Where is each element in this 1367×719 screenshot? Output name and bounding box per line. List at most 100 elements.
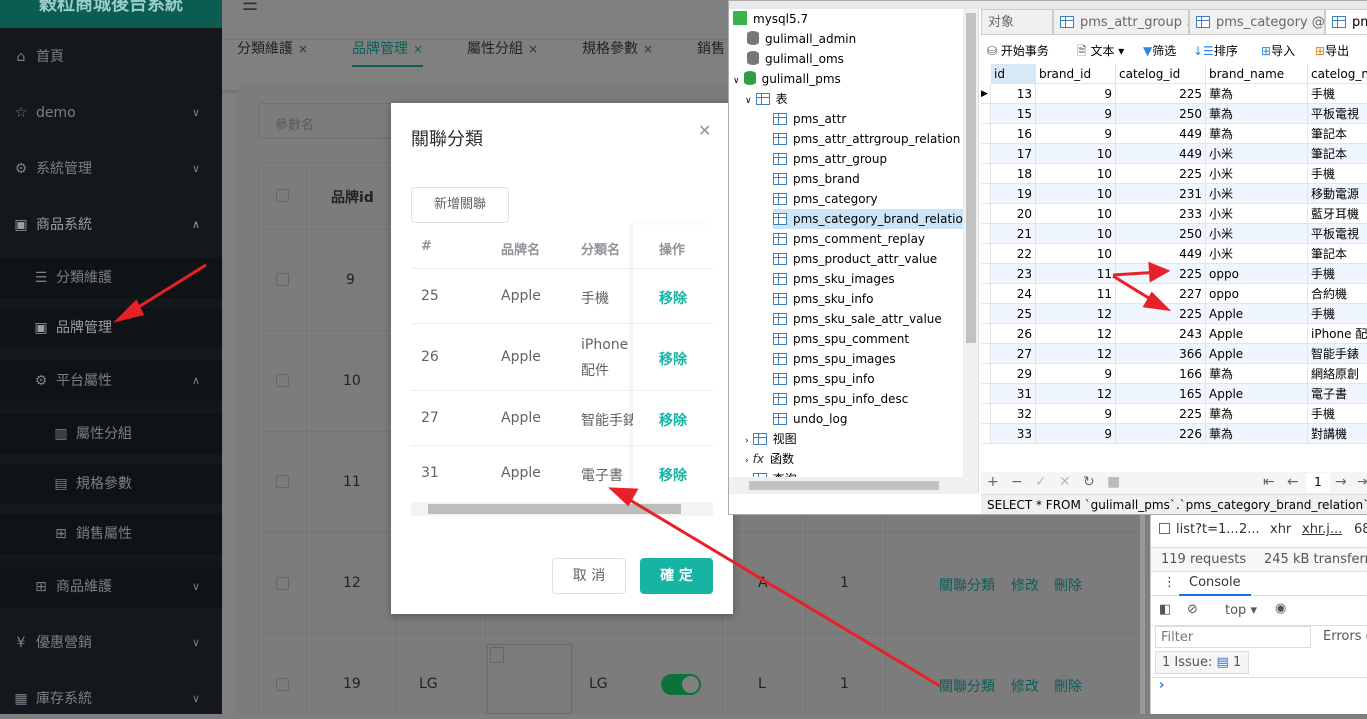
last-page-icon[interactable]: ⇥ [1357, 474, 1367, 490]
tree-database[interactable]: gulimall_admin [747, 29, 856, 49]
tree-table-item[interactable]: pms_sku_info [773, 289, 880, 309]
grid-cell[interactable]: oppo [1206, 264, 1308, 284]
tab-category[interactable]: 分類維護 × [237, 40, 308, 90]
close-icon[interactable]: × [643, 42, 653, 56]
tree-functions-folder[interactable]: › fx 函数 [745, 449, 794, 469]
tree-table-item[interactable]: pms_brand [773, 169, 866, 189]
grid-cell[interactable]: 27 [991, 344, 1036, 364]
grid-cell[interactable]: 手機 [1308, 84, 1367, 104]
row-indicator[interactable] [981, 244, 991, 264]
grid-cell[interactable]: 網絡原創 [1308, 364, 1367, 384]
tab-spec[interactable]: 規格參數 × [582, 40, 653, 90]
grid-cell[interactable]: 20 [991, 204, 1036, 224]
tree-tables-folder[interactable]: ∨ 表 [745, 89, 788, 109]
grid-cell[interactable]: 10 [1036, 244, 1116, 264]
grid-cell[interactable]: 11 [1036, 264, 1116, 284]
grid-cell[interactable]: 12 [1036, 324, 1116, 344]
first-page-icon[interactable]: ⇤ [1263, 474, 1275, 490]
row-indicator[interactable] [981, 184, 991, 204]
grid-cell[interactable]: 15 [991, 104, 1036, 124]
grid-cell[interactable]: 231 [1116, 184, 1206, 204]
grid-cell[interactable]: 225 [1116, 304, 1206, 324]
grid-cell[interactable]: 華為 [1206, 404, 1308, 424]
show-status-switch[interactable] [661, 674, 701, 695]
tree-table-item[interactable]: pms_product_attr_value [773, 249, 943, 269]
grid-cell[interactable]: 26 [991, 324, 1036, 344]
delete-link[interactable]: 刪除 [1054, 575, 1082, 595]
sidebar-item-spec[interactable]: ▤ 規格參數 [0, 464, 222, 504]
row-indicator[interactable] [981, 204, 991, 224]
grid-cell[interactable]: 小米 [1206, 164, 1308, 184]
close-icon[interactable]: × [298, 42, 308, 56]
grid-cell[interactable]: 29 [991, 364, 1036, 384]
grid-cell[interactable]: 手機 [1308, 164, 1367, 184]
grid-cell[interactable]: 233 [1116, 204, 1206, 224]
column-header[interactable]: brand_id [1036, 64, 1116, 84]
grid-cell[interactable]: 小米 [1206, 224, 1308, 244]
context-select[interactable]: top ▾ [1225, 603, 1257, 618]
refresh-icon[interactable]: ↻ [1083, 474, 1095, 490]
grid-cell[interactable]: 9 [1036, 404, 1116, 424]
tree-table-item[interactable]: pms_category_brand_relation [773, 209, 977, 229]
grid-cell[interactable]: 華為 [1206, 104, 1308, 124]
export-button[interactable]: ⊞导出 [1315, 42, 1349, 59]
grid-cell[interactable]: 合約機 [1308, 284, 1367, 304]
grid-cell[interactable]: 23 [991, 264, 1036, 284]
sidebar-item-product-system[interactable]: ▣ 商品系統 ∧ [0, 205, 222, 245]
grid-cell[interactable]: 華為 [1206, 124, 1308, 144]
grid-cell[interactable]: 藍牙耳機 [1308, 204, 1367, 224]
next-page-icon[interactable]: → [1335, 474, 1347, 490]
hamburger-icon[interactable]: ☰ [242, 0, 258, 15]
grid-cell[interactable]: 250 [1116, 224, 1206, 244]
filter-button[interactable]: ▼筛选 [1143, 42, 1176, 59]
tree-table-item[interactable]: pms_attr_attrgroup_relation [773, 129, 966, 149]
tab-sale[interactable]: 銷售 [697, 40, 725, 90]
sidebar-item-system[interactable]: ⚙ 系統管理 ∨ [0, 149, 222, 189]
row-indicator[interactable] [981, 164, 991, 184]
tree-table-item[interactable]: undo_log [773, 409, 853, 429]
grid-cell[interactable]: 移動電源 [1308, 184, 1367, 204]
grid-cell[interactable]: 11 [1036, 284, 1116, 304]
tab-pms-relation[interactable]: pms_... [1325, 9, 1367, 35]
issues-button[interactable]: 1 Issue: ▤ 1 [1155, 651, 1249, 674]
grid-cell[interactable]: 電子書 [1308, 384, 1367, 404]
log-levels-select[interactable]: Errors o [1323, 629, 1367, 644]
horizontal-scrollbar[interactable] [411, 502, 713, 516]
grid-cell[interactable]: 小米 [1206, 244, 1308, 264]
row-indicator[interactable] [981, 384, 991, 404]
grid-cell[interactable]: 9 [1036, 424, 1116, 444]
row-checkbox[interactable] [276, 678, 289, 691]
more-icon[interactable]: ⋮ [1163, 575, 1176, 590]
tab-objects[interactable]: 对象 [981, 9, 1053, 35]
grid-cell[interactable]: 13 [991, 84, 1036, 104]
tree-horizontal-scrollbar[interactable] [729, 477, 978, 494]
grid-cell[interactable]: 10 [1036, 204, 1116, 224]
remove-link[interactable]: 移除 [659, 288, 687, 308]
grid-cell[interactable]: 10 [1036, 224, 1116, 244]
grid-cell[interactable]: 10 [1036, 144, 1116, 164]
close-icon[interactable]: × [413, 42, 423, 56]
search-input[interactable]: 參數名 [258, 103, 398, 139]
grid-cell[interactable]: 21 [991, 224, 1036, 244]
grid-cell[interactable]: 12 [1036, 384, 1116, 404]
tree-table-item[interactable]: pms_spu_info_desc [773, 389, 914, 409]
clear-console-icon[interactable]: ⊘ [1187, 602, 1198, 617]
grid-cell[interactable]: 165 [1116, 384, 1206, 404]
grid-cell[interactable]: 225 [1116, 164, 1206, 184]
grid-cell[interactable]: 10 [1036, 164, 1116, 184]
grid-cell[interactable]: Apple [1206, 384, 1308, 404]
sidebar-item-brand[interactable]: ▣ 品牌管理 [0, 308, 222, 348]
grid-cell[interactable]: 32 [991, 404, 1036, 424]
remove-link[interactable]: 移除 [659, 410, 687, 430]
sidebar-item-spu[interactable]: ⊞ 商品維護 ∨ [0, 567, 222, 607]
add-row-icon[interactable]: + [987, 474, 999, 490]
grid-cell[interactable]: Apple [1206, 304, 1308, 324]
relate-category-link[interactable]: 關聯分類 [939, 676, 995, 696]
grid-cell[interactable]: 筆記本 [1308, 244, 1367, 264]
sidebar-toggle-icon[interactable]: ◧ [1159, 602, 1171, 617]
grid-cell[interactable]: 22 [991, 244, 1036, 264]
import-button[interactable]: ⊞导入 [1261, 42, 1295, 59]
column-header[interactable]: catelog_id [1116, 64, 1206, 84]
grid-cell[interactable]: 449 [1116, 244, 1206, 264]
edit-link[interactable]: 修改 [1011, 676, 1039, 696]
